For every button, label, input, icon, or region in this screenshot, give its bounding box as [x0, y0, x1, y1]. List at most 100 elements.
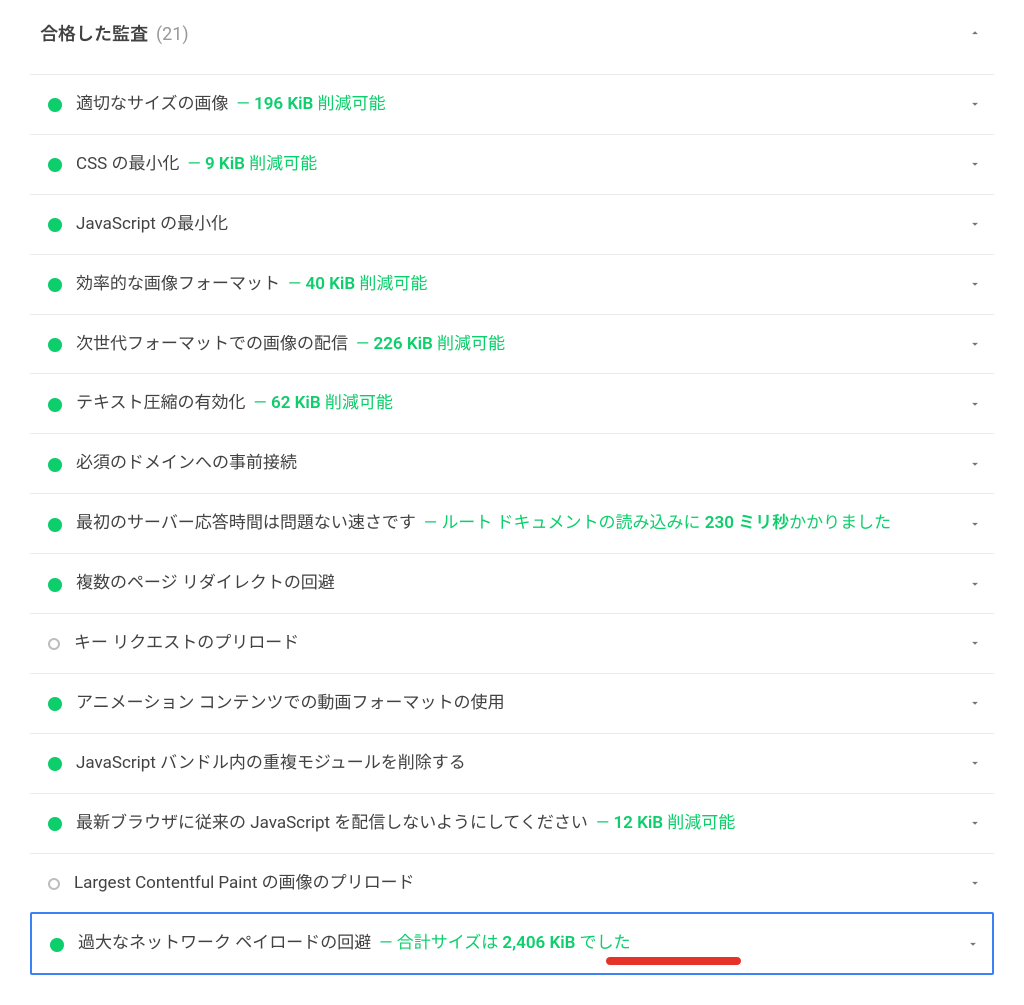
- audit-label: JavaScript の最小化: [76, 214, 228, 234]
- audit-label: CSS の最小化: [76, 154, 179, 174]
- audit-text: アニメーション コンテンツでの動画フォーマットの使用: [76, 689, 958, 718]
- pass-icon: [48, 218, 62, 232]
- audit-detail-value: 226 KiB: [374, 334, 433, 354]
- header-title: 合格した監査: [40, 24, 148, 45]
- audit-label: JavaScript バンドル内の重複モジュールを削除する: [76, 753, 466, 773]
- audit-detail-prefix: —: [356, 334, 374, 354]
- chevron-down-icon[interactable]: [966, 275, 984, 293]
- audit-text: 最初のサーバー応答時間は問題ない速さです — ルート ドキュメントの読み込みに 2…: [76, 509, 958, 538]
- audit-text: JavaScript の最小化: [76, 210, 958, 239]
- chevron-down-icon[interactable]: [966, 754, 984, 772]
- audit-text: Largest Contentful Paint の画像のプリロード: [74, 869, 958, 898]
- audit-detail-value: 2,406 KiB: [502, 933, 575, 953]
- audit-item[interactable]: 過大なネットワーク ペイロードの回避 — 合計サイズは 2,406 KiB でした: [30, 912, 994, 975]
- audit-item[interactable]: JavaScript バンドル内の重複モジュールを削除する: [30, 733, 994, 793]
- header-count: (21): [156, 24, 189, 45]
- chevron-up-icon[interactable]: [966, 24, 984, 42]
- audit-text: 次世代フォーマットでの画像の配信 — 226 KiB 削減可能: [76, 330, 958, 359]
- audit-text: 過大なネットワーク ペイロードの回避 — 合計サイズは 2,406 KiB でした: [78, 929, 956, 958]
- audit-label: アニメーション コンテンツでの動画フォーマットの使用: [76, 693, 505, 713]
- pass-icon: [48, 697, 62, 711]
- audit-item[interactable]: 効率的な画像フォーマット — 40 KiB 削減可能: [30, 254, 994, 314]
- chevron-down-icon[interactable]: [966, 634, 984, 652]
- audit-detail-suffix: 削減可能: [663, 813, 735, 833]
- highlight-underline: [606, 957, 741, 965]
- chevron-down-icon[interactable]: [966, 335, 984, 353]
- pass-icon: [48, 98, 62, 112]
- pass-icon: [50, 938, 64, 952]
- chevron-down-icon[interactable]: [966, 155, 984, 173]
- audit-detail: — 合計サイズは 2,406 KiB でした: [379, 933, 630, 953]
- audit-item[interactable]: 複数のページ リダイレクトの回避: [30, 553, 994, 613]
- audit-detail: — 62 KiB 削減可能: [254, 393, 393, 413]
- audit-detail: — 9 KiB 削減可能: [187, 154, 317, 174]
- chevron-down-icon[interactable]: [966, 95, 984, 113]
- pass-icon: [48, 278, 62, 292]
- pass-icon: [48, 757, 62, 771]
- audit-text: 最新ブラウザに従来の JavaScript を配信しないようにしてください — 1…: [76, 809, 958, 838]
- audit-detail-suffix: 削減可能: [313, 94, 385, 114]
- audit-label: Largest Contentful Paint の画像のプリロード: [74, 873, 415, 893]
- audit-detail-suffix: 削減可能: [321, 393, 393, 413]
- audit-detail-prefix: — ルート ドキュメントの読み込みに: [424, 513, 705, 533]
- chevron-down-icon[interactable]: [966, 395, 984, 413]
- audit-detail-prefix: —: [254, 393, 272, 413]
- pass-icon: [48, 158, 62, 172]
- audit-detail-value: 196 KiB: [254, 94, 313, 114]
- chevron-down-icon[interactable]: [966, 515, 984, 533]
- audit-item[interactable]: CSS の最小化 — 9 KiB 削減可能: [30, 134, 994, 194]
- audit-label: 効率的な画像フォーマット: [76, 274, 280, 294]
- chevron-down-icon[interactable]: [966, 814, 984, 832]
- audit-item[interactable]: 最初のサーバー応答時間は問題ない速さです — ルート ドキュメントの読み込みに 2…: [30, 493, 994, 553]
- audit-detail: — 196 KiB 削減可能: [237, 94, 386, 114]
- audit-label: 過大なネットワーク ペイロードの回避: [78, 933, 371, 953]
- audit-detail: — 12 KiB 削減可能: [596, 813, 735, 833]
- audit-detail-prefix: —: [187, 154, 205, 174]
- audit-label: 複数のページ リダイレクトの回避: [76, 573, 335, 593]
- header-title-wrap: 合格した監査 (21): [40, 20, 189, 46]
- audit-label: 最新ブラウザに従来の JavaScript を配信しないようにしてください: [76, 813, 588, 833]
- chevron-down-icon[interactable]: [966, 874, 984, 892]
- audit-detail-prefix: —: [288, 274, 306, 294]
- audit-text: テキスト圧縮の有効化 — 62 KiB 削減可能: [76, 389, 958, 418]
- pass-icon: [48, 578, 62, 592]
- passed-audits-header[interactable]: 合格した監査 (21): [30, 12, 994, 66]
- chevron-down-icon[interactable]: [964, 935, 982, 953]
- audit-item[interactable]: Largest Contentful Paint の画像のプリロード: [30, 853, 994, 913]
- chevron-down-icon[interactable]: [966, 455, 984, 473]
- audit-detail-prefix: — 合計サイズは: [379, 933, 502, 953]
- audit-text: 必須のドメインへの事前接続: [76, 449, 958, 478]
- audit-label: 最初のサーバー応答時間は問題ない速さです: [76, 513, 416, 533]
- pass-icon: [48, 518, 62, 532]
- audit-detail: — 40 KiB 削減可能: [288, 274, 427, 294]
- audit-detail-suffix: でした: [575, 933, 630, 953]
- audit-text: 複数のページ リダイレクトの回避: [76, 569, 958, 598]
- audit-item[interactable]: テキスト圧縮の有効化 — 62 KiB 削減可能: [30, 373, 994, 433]
- audit-detail-value: 12 KiB: [613, 813, 663, 833]
- audit-item[interactable]: JavaScript の最小化: [30, 194, 994, 254]
- audit-label: 次世代フォーマットでの画像の配信: [76, 334, 348, 354]
- pass-icon: [48, 338, 62, 352]
- chevron-down-icon[interactable]: [966, 694, 984, 712]
- chevron-down-icon[interactable]: [966, 215, 984, 233]
- neutral-icon: [48, 878, 60, 890]
- audit-label: テキスト圧縮の有効化: [76, 393, 246, 413]
- pass-icon: [48, 398, 62, 412]
- audit-item[interactable]: アニメーション コンテンツでの動画フォーマットの使用: [30, 673, 994, 733]
- chevron-down-icon[interactable]: [966, 575, 984, 593]
- audit-text: 適切なサイズの画像— 196 KiB 削減可能: [76, 90, 958, 119]
- audit-item[interactable]: キー リクエストのプリロード: [30, 613, 994, 673]
- audit-text: JavaScript バンドル内の重複モジュールを削除する: [76, 749, 958, 778]
- audit-detail-prefix: —: [237, 94, 255, 114]
- audit-text: CSS の最小化 — 9 KiB 削減可能: [76, 150, 958, 179]
- audit-item[interactable]: 次世代フォーマットでの画像の配信 — 226 KiB 削減可能: [30, 314, 994, 374]
- neutral-icon: [48, 638, 60, 650]
- audit-detail: — 226 KiB 削減可能: [356, 334, 505, 354]
- audit-item[interactable]: 必須のドメインへの事前接続: [30, 433, 994, 493]
- audit-item[interactable]: 適切なサイズの画像— 196 KiB 削減可能: [30, 74, 994, 134]
- audit-detail-suffix: かかりました: [789, 513, 891, 533]
- audit-detail-value: 62 KiB: [271, 393, 321, 413]
- audit-list: 適切なサイズの画像— 196 KiB 削減可能 CSS の最小化 — 9 KiB 削…: [30, 74, 994, 975]
- audit-detail: — ルート ドキュメントの読み込みに 230 ミリ秒かかりました: [424, 513, 891, 533]
- audit-item[interactable]: 最新ブラウザに従来の JavaScript を配信しないようにしてください — 1…: [30, 793, 994, 853]
